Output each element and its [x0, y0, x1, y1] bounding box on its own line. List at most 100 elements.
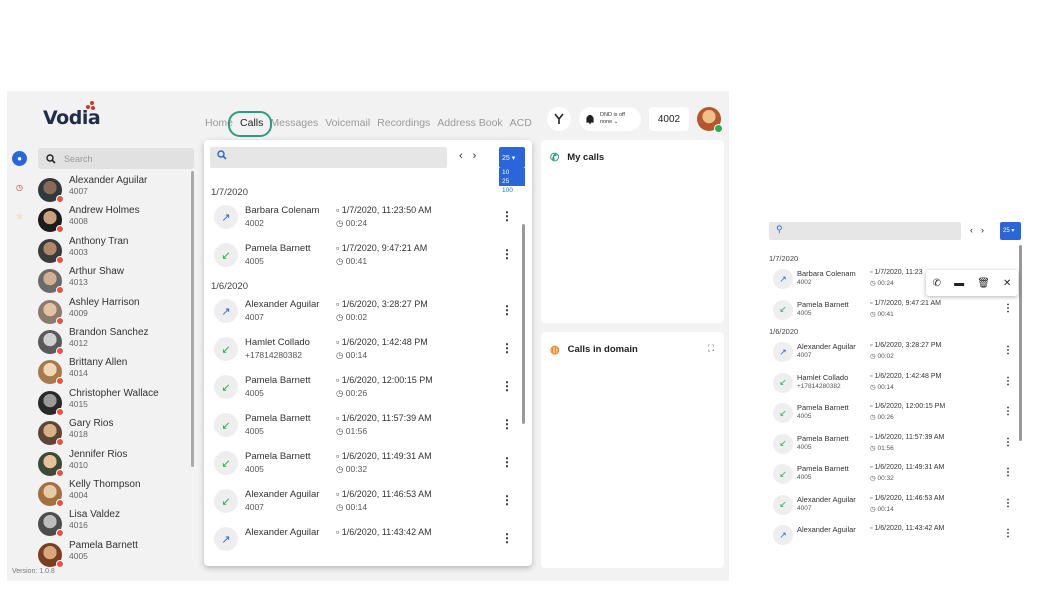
caller-name: Pamela Barnett — [797, 464, 849, 473]
contact-search-input[interactable]: Search — [38, 148, 194, 169]
more-options-icon[interactable]: ⋮ — [1003, 528, 1013, 539]
calls-in-domain-panel: ◍ Calls in domain ⛶ — [541, 332, 724, 568]
user-avatar[interactable] — [697, 107, 723, 133]
incoming-call-icon: ↙ — [214, 451, 238, 475]
list-item[interactable]: Kelly Thompson 4004 — [38, 479, 194, 509]
calendar-icon: ▫ — [870, 269, 873, 276]
list-item[interactable]: Brandon Sanchez 4012 — [38, 327, 194, 357]
more-options-icon[interactable]: ⋮ — [501, 531, 513, 545]
caret-down-icon: ▾ — [511, 155, 516, 162]
list-item[interactable]: Jennifer Rios 4010 — [38, 449, 194, 479]
contact-list-scrollbar[interactable] — [191, 171, 194, 467]
call-duration-text: 00:14 — [345, 350, 368, 360]
outgoing-call-icon: ↗ — [214, 299, 238, 323]
table-row[interactable]: ↙ Pamela Barnett 4005 ▫ 1/6/2020, 12:00:15 … — [204, 370, 522, 408]
more-options-icon[interactable]: ⋮ — [501, 341, 513, 355]
table-row[interactable]: ↗ Alexander Aguilar 4007 ▫ 1/6/2020, 3:28:2… — [204, 294, 522, 332]
table-row[interactable]: ↙ Pamela Barnett 4005 ▫ 1/6/2020, 11:57:39 … — [764, 430, 1014, 461]
list-item[interactable]: Christopher Wallace 4015 — [38, 388, 194, 418]
extension-box[interactable]: 4002 — [649, 107, 689, 131]
more-options-icon[interactable]: ⋮ — [501, 493, 513, 507]
star-icon[interactable]: ☆ — [12, 209, 27, 224]
expand-icon[interactable]: ⛶ — [708, 343, 714, 354]
prev-page-icon[interactable]: ‹ — [459, 150, 473, 162]
calls-search-input[interactable] — [210, 147, 447, 168]
list-item[interactable]: Ashley Harrison 4009 — [38, 297, 194, 327]
clock-icon: ◷ — [336, 350, 344, 360]
table-row[interactable]: ↙ Pamela Barnett 4005 ▫ 1/6/2020, 11:57:39 … — [204, 408, 522, 446]
contacts-icon[interactable]: ● — [12, 151, 27, 166]
nav-address-book[interactable]: Address Book — [437, 117, 502, 129]
nav-voicemail[interactable]: Voicemail — [325, 117, 370, 129]
more-options-icon[interactable]: ⋮ — [1003, 467, 1013, 478]
avatar — [38, 238, 64, 264]
more-options-icon[interactable]: ⋮ — [501, 303, 513, 317]
history-icon[interactable]: ◷ — [12, 180, 27, 195]
clock-icon: ◷ — [336, 502, 344, 512]
list-item[interactable]: Arthur Shaw 4013 — [38, 266, 194, 296]
table-row[interactable]: ↙ Alexander Aguilar 4007 ▫ 1/6/2020, 11:46:… — [204, 484, 522, 522]
table-row[interactable]: ↙ Hamlet Collado +17814280382 ▫ 1/6/2020, 1… — [204, 332, 522, 370]
nav-recordings[interactable]: Recordings — [377, 117, 430, 129]
phone-icon: ✆ — [550, 152, 560, 164]
more-options-icon[interactable]: ⋮ — [501, 209, 513, 223]
calendar-icon: ▫ — [870, 403, 873, 410]
nav-acd[interactable]: ACD — [510, 117, 532, 129]
table-row[interactable]: ↙ Alexander Aguilar 4007 ▫ 1/6/2020, 11:46:… — [764, 491, 1014, 522]
table-row[interactable]: ↙ Hamlet Collado +17814280382 ▫ 1/6/2020, 1… — [764, 369, 1014, 400]
prev-page-icon[interactable]: ‹ — [970, 225, 981, 235]
table-row[interactable]: ↙ Pamela Barnett 4005 ▫ 1/7/2020, 9:47:21 A… — [764, 296, 1014, 327]
more-options-icon[interactable]: ⋮ — [1003, 406, 1013, 417]
table-row[interactable]: ↗ Barbara Colenam 4002 ▫ 1/7/2020, 11:23:50… — [204, 200, 522, 238]
call-duration: ◷ 00:14 — [336, 502, 367, 513]
list-item[interactable]: Lisa Valdez 4016 — [38, 509, 194, 539]
per-page-option[interactable]: 10 — [499, 168, 525, 177]
table-row[interactable]: ↙ Pamela Barnett 4005 ▫ 1/7/2020, 9:47:21 A… — [204, 238, 522, 276]
next-page-icon[interactable]: › — [473, 150, 487, 162]
more-options-icon[interactable]: ⋮ — [1003, 345, 1013, 356]
list-item[interactable]: Pamela Barnett 4005 — [38, 540, 194, 570]
calls-search-input[interactable]: ⚲ — [769, 222, 961, 240]
calls-scrollbar[interactable] — [522, 224, 525, 424]
dnd-toggle[interactable]: DND is off none ⌄ — [579, 107, 641, 131]
more-options-icon[interactable]: ⋮ — [1003, 376, 1013, 387]
list-item[interactable]: Andrew Holmes 4008 — [38, 205, 194, 235]
call-duration-text: 00:24 — [877, 280, 894, 287]
merge-icon[interactable] — [547, 107, 571, 131]
more-options-icon[interactable]: ⋮ — [501, 417, 513, 431]
incoming-call-icon: ↙ — [214, 337, 238, 361]
table-row[interactable]: ↙ Pamela Barnett 4005 ▫ 1/6/2020, 11:49:31 … — [764, 460, 1014, 491]
table-row[interactable]: ↗ Alexander Aguilar ▫ 1/6/2020, 11:43:42 A… — [204, 522, 522, 560]
table-row[interactable]: ↙ Pamela Barnett 4005 ▫ 1/6/2020, 12:00:15 … — [764, 399, 1014, 430]
avatar — [38, 299, 64, 325]
table-row[interactable]: ↗ Alexander Aguilar ▫ 1/6/2020, 11:43:42 A… — [764, 521, 1014, 552]
table-row[interactable]: ↙ Pamela Barnett 4005 ▫ 1/6/2020, 11:49:31 … — [204, 446, 522, 484]
list-item[interactable]: Brittany Allen 4014 — [38, 357, 194, 387]
list-item[interactable]: Anthony Tran 4003 — [38, 236, 194, 266]
more-options-icon[interactable]: ⋮ — [1003, 303, 1013, 314]
nav-calls[interactable]: Calls — [227, 111, 273, 137]
clock-icon: ◷ — [870, 444, 876, 452]
calendar-icon: ▫ — [336, 451, 340, 461]
more-options-icon[interactable]: ⋮ — [501, 247, 513, 261]
close-icon[interactable]: ✕ — [1003, 278, 1011, 289]
nav-messages[interactable]: Messages — [270, 117, 318, 129]
list-item[interactable]: Gary Rios 4018 — [38, 418, 194, 448]
contact-name: Gary Rios — [69, 418, 114, 430]
next-page-icon[interactable]: › — [981, 225, 992, 235]
more-options-icon[interactable]: ⋮ — [501, 379, 513, 393]
caller-number: 4007 — [797, 352, 812, 359]
list-item[interactable]: Alexander Aguilar 4007 — [38, 175, 194, 205]
avatar — [38, 451, 64, 477]
more-options-icon[interactable]: ⋮ — [501, 455, 513, 469]
per-page-select[interactable]: 25 ▾ — [1000, 222, 1021, 240]
caret-down-icon: ▾ — [1011, 228, 1015, 234]
more-options-icon[interactable]: ⋮ — [1003, 498, 1013, 509]
calls-scrollbar[interactable] — [1019, 245, 1022, 441]
phone-icon[interactable]: ✆ — [933, 278, 941, 289]
message-icon[interactable]: ▬ — [954, 278, 964, 289]
trash-icon[interactable]: 🗑 — [977, 278, 990, 289]
contact-name: Arthur Shaw — [69, 266, 125, 278]
more-options-icon[interactable]: ⋮ — [1003, 437, 1013, 448]
table-row[interactable]: ↗ Alexander Aguilar 4007 ▫ 1/6/2020, 3:28:2… — [764, 338, 1014, 369]
